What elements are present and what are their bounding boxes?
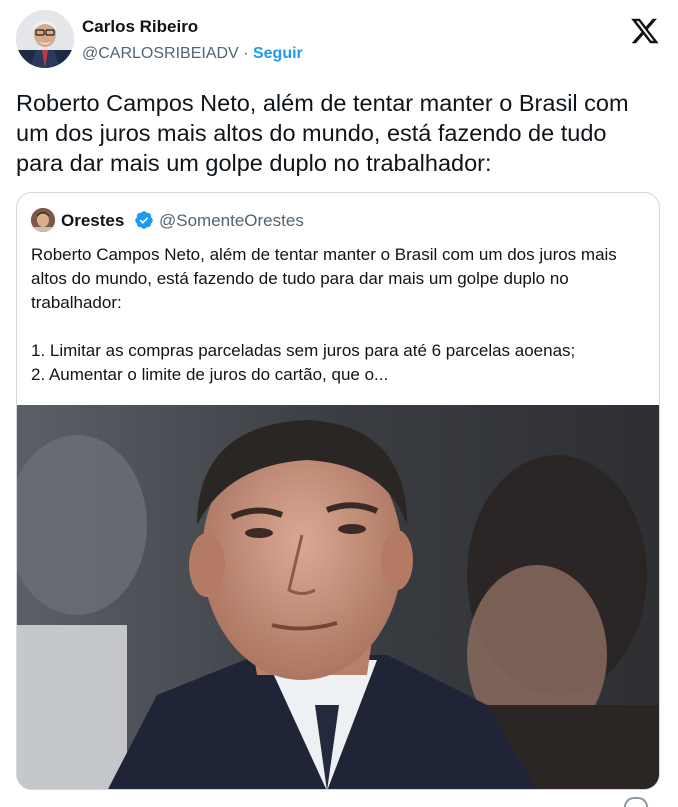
separator-dot: · bbox=[243, 45, 249, 62]
quoted-author-name[interactable]: Orestes bbox=[61, 211, 124, 231]
follow-button[interactable]: Seguir bbox=[253, 45, 303, 62]
author-handle-line: @CARLOSRIBEIADV · Seguir bbox=[82, 45, 303, 63]
author-name[interactable]: Carlos Ribeiro bbox=[82, 17, 198, 37]
quoted-photo[interactable] bbox=[17, 405, 660, 790]
quoted-tweet-text: Roberto Campos Neto, além de tentar mant… bbox=[31, 243, 643, 387]
quoted-text-item-1: 1. Limitar as compras parceladas sem jur… bbox=[31, 341, 576, 360]
author-handle[interactable]: @CARLOSRIBEIADV bbox=[82, 45, 239, 62]
author-avatar[interactable] bbox=[16, 10, 74, 68]
tweet-text: Roberto Campos Neto, além de tentar mant… bbox=[16, 90, 629, 176]
verified-badge-icon bbox=[135, 211, 153, 229]
quoted-text-item-2: 2. Aumentar o limite de juros do cartão,… bbox=[31, 365, 389, 384]
quoted-avatar[interactable] bbox=[31, 208, 55, 232]
quoted-author-handle[interactable]: @SomenteOrestes bbox=[159, 211, 304, 231]
quoted-tweet[interactable]: Orestes @SomenteOrestes Roberto Campos N… bbox=[16, 192, 660, 790]
x-logo-icon[interactable] bbox=[630, 16, 660, 46]
quoted-text-intro: Roberto Campos Neto, além de tentar mant… bbox=[31, 245, 617, 312]
tweet-header: Carlos Ribeiro @CARLOSRIBEIADV · Seguir bbox=[16, 10, 662, 72]
footer-edge bbox=[624, 797, 648, 807]
